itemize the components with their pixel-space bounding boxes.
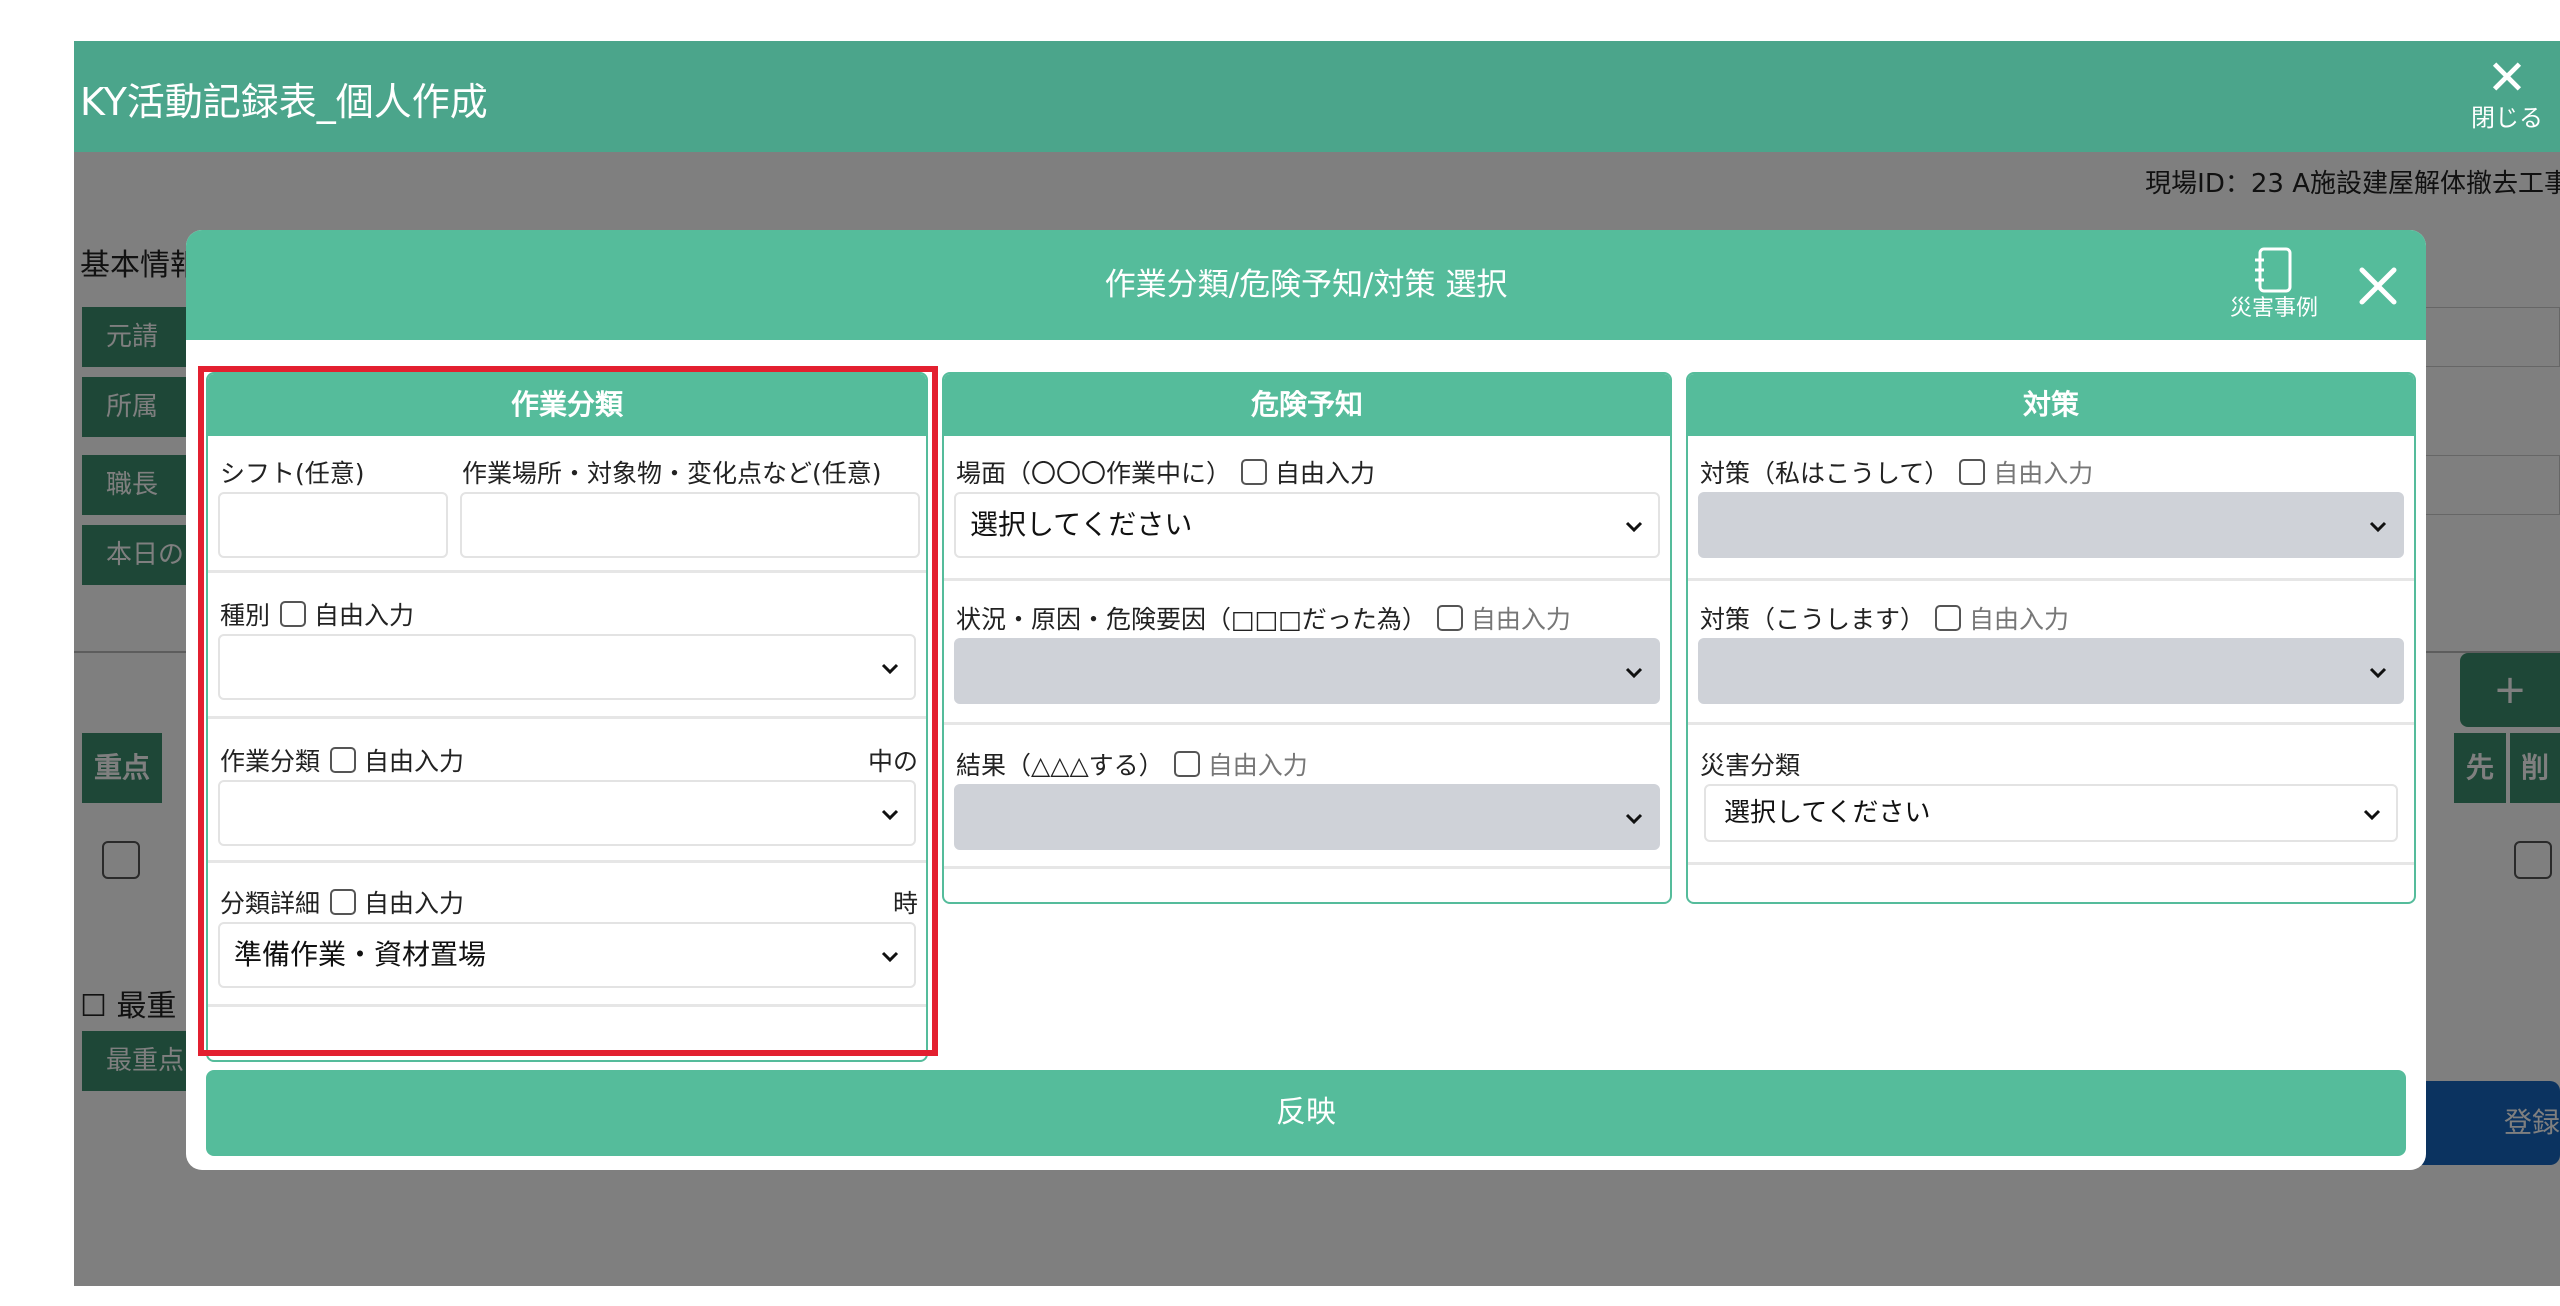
location-input[interactable]	[460, 492, 920, 558]
result-free-input-label: 自由入力	[1207, 751, 1308, 780]
divider	[208, 1004, 926, 1007]
chevron-down-icon	[2363, 809, 2381, 821]
app-header: KY活動記録表_個人作成 ✕ 閉じる	[74, 41, 2560, 152]
measure1-group: 対策（私はこうして） 自由入力	[1688, 436, 2414, 581]
selection-modal: 作業分類/危険予知/対策 選択 災害事例 作業分類 シフト(任意) 作業場所・対…	[186, 230, 2426, 1170]
measure2-label-row: 対策（こうします） 自由入力	[1700, 600, 2069, 636]
category-label: 作業分類	[220, 747, 321, 776]
app-close-button[interactable]: ✕ 閉じる	[2462, 51, 2552, 131]
risk-panel-header: 危険予知	[944, 374, 1670, 436]
work-panel-header: 作業分類	[208, 374, 926, 436]
divider	[1688, 862, 2414, 865]
shift-input[interactable]	[218, 492, 448, 558]
type-label-row: 種別 自由入力	[220, 596, 414, 632]
cause-free-input-checkbox[interactable]	[1436, 605, 1463, 631]
measure1-label-row: 対策（私はこうして） 自由入力	[1700, 454, 2093, 490]
category-label-row: 作業分類 自由入力	[220, 742, 464, 778]
scene-select[interactable]: 選択してください	[954, 492, 1660, 558]
result-select[interactable]	[954, 784, 1660, 850]
detail-select-value: 準備作業・資材置場	[234, 938, 487, 971]
cause-free-input-label: 自由入力	[1470, 605, 1571, 634]
detail-free-input-label: 自由入力	[364, 889, 465, 918]
disaster-cases-label: 災害事例	[2229, 296, 2318, 321]
apply-button[interactable]: 反映	[206, 1070, 2406, 1156]
notebook-icon	[2255, 247, 2292, 293]
divider	[208, 570, 926, 573]
chevron-down-icon	[881, 663, 899, 675]
chevron-down-icon	[2369, 667, 2387, 679]
detail-free-input-checkbox[interactable]	[330, 889, 357, 915]
scene-label-row: 場面（〇〇〇作業中に） 自由入力	[956, 454, 1375, 490]
chevron-down-icon	[1625, 813, 1643, 825]
measure1-label: 対策（私はこうして）	[1700, 459, 1950, 488]
disaster-cases-button[interactable]: 災害事例	[2222, 246, 2326, 322]
measure2-free-input-checkbox[interactable]	[1935, 605, 1962, 631]
measure2-group: 対策（こうします） 自由入力	[1688, 580, 2414, 725]
measure1-free-input-checkbox[interactable]	[1959, 459, 1986, 485]
modal-title: 作業分類/危険予知/対策 選択	[1104, 267, 1508, 303]
category-free-input-checkbox[interactable]	[330, 747, 357, 773]
disaster-class-value: 選択してください	[1724, 798, 1931, 828]
measure2-select[interactable]	[1698, 638, 2404, 704]
disaster-class-select[interactable]: 選択してください	[1704, 784, 2398, 842]
result-free-input-checkbox[interactable]	[1173, 751, 1200, 777]
scene-label: 場面（〇〇〇作業中に）	[956, 459, 1232, 488]
disaster-class-group: 災害分類 選択してください	[1688, 724, 2414, 868]
detail-label-row: 分類詳細 自由入力	[220, 884, 464, 920]
detail-select[interactable]: 準備作業・資材置場	[218, 922, 916, 988]
shift-location-group: シフト(任意) 作業場所・対象物・変化点など(任意)	[208, 436, 926, 573]
category-free-input-label: 自由入力	[364, 747, 465, 776]
cause-label: 状況・原因・危険要因（□□□だった為）	[956, 605, 1427, 634]
measure1-select[interactable]	[1698, 492, 2404, 558]
modal-close-button[interactable]	[2346, 254, 2410, 318]
divider	[944, 866, 1670, 869]
result-group: 結果（△△△する） 自由入力	[944, 724, 1670, 869]
cause-group: 状況・原因・危険要因（□□□だった為） 自由入力	[944, 580, 1670, 725]
app-close-label: 閉じる	[2471, 104, 2543, 132]
type-group: 種別 自由入力	[208, 574, 926, 719]
chevron-down-icon	[1625, 667, 1643, 679]
type-free-input-label: 自由入力	[314, 601, 415, 630]
type-label: 種別	[220, 601, 271, 630]
modal-header: 作業分類/危険予知/対策 選択 災害事例	[186, 230, 2426, 340]
measure1-free-input-label: 自由入力	[1993, 459, 2094, 488]
chevron-down-icon	[1625, 521, 1643, 533]
app-title: KY活動記録表_個人作成	[80, 80, 488, 124]
scene-free-input-checkbox[interactable]	[1241, 459, 1268, 485]
detail-hint: 時	[892, 889, 918, 918]
detail-group: 分類詳細 自由入力 時 準備作業・資材置場	[208, 862, 926, 1007]
disaster-class-label: 災害分類	[1700, 751, 1801, 780]
location-label: 作業場所・対象物・変化点など(任意)	[462, 459, 882, 488]
chevron-down-icon	[881, 809, 899, 821]
cause-label-row: 状況・原因・危険要因（□□□だった為） 自由入力	[956, 600, 1571, 636]
type-select[interactable]	[218, 634, 916, 700]
shift-label: シフト(任意)	[220, 459, 365, 488]
category-select[interactable]	[218, 780, 916, 846]
measure2-label: 対策（こうします）	[1700, 605, 1926, 634]
scene-select-value: 選択してください	[970, 508, 1193, 541]
category-hint: 中の	[867, 747, 918, 776]
result-label: 結果（△△△する）	[956, 751, 1164, 780]
chevron-down-icon	[2369, 521, 2387, 533]
measures-panel: 対策 対策（私はこうして） 自由入力 対策（こうします） 自由入力 災害分類 選択し…	[1686, 372, 2416, 904]
scene-group: 場面（〇〇〇作業中に） 自由入力 選択してください	[944, 436, 1670, 581]
scene-free-input-label: 自由入力	[1275, 459, 1376, 488]
risk-prediction-panel: 危険予知 場面（〇〇〇作業中に） 自由入力 選択してください 状況・原因・危険要因…	[942, 372, 1672, 904]
detail-label: 分類詳細	[220, 889, 321, 918]
chevron-down-icon	[881, 951, 899, 963]
category-group: 作業分類 自由入力 中の	[208, 718, 926, 863]
close-icon	[2359, 267, 2397, 305]
work-classification-panel: 作業分類 シフト(任意) 作業場所・対象物・変化点など(任意) 種別 自由入力 作…	[206, 372, 928, 1062]
type-free-input-checkbox[interactable]	[280, 601, 307, 627]
cause-select[interactable]	[954, 638, 1660, 704]
measures-panel-header: 対策	[1688, 374, 2414, 436]
measure2-free-input-label: 自由入力	[1969, 605, 2070, 634]
close-icon: ✕	[2486, 50, 2528, 106]
result-label-row: 結果（△△△する） 自由入力	[956, 746, 1308, 782]
